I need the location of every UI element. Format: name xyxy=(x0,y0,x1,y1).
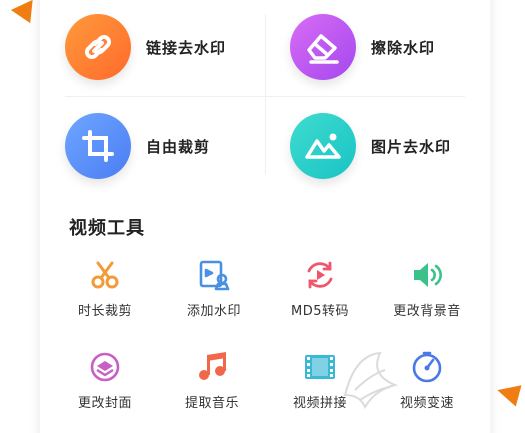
grid-divider-horizontal xyxy=(65,96,465,97)
logo-watermark xyxy=(335,345,405,419)
feature-label: 擦除水印 xyxy=(371,38,436,57)
tool-label: 更改背景音 xyxy=(393,304,461,319)
link-icon xyxy=(65,14,131,80)
tool-label: MD5转码 xyxy=(291,304,349,319)
watermark-icon xyxy=(197,258,231,292)
scissors-icon xyxy=(88,258,122,292)
feature-label: 链接去水印 xyxy=(146,38,227,57)
section-title-video-tools: 视频工具 xyxy=(69,218,145,239)
right-margin xyxy=(485,0,525,433)
feature-label: 图片去水印 xyxy=(371,137,452,156)
tool-change-cover[interactable]: 更改封面 xyxy=(55,350,155,411)
convert-icon xyxy=(303,258,337,292)
feature-label: 自由裁剪 xyxy=(146,137,211,156)
film-icon xyxy=(303,350,337,384)
left-margin xyxy=(0,0,40,433)
feature-link-watermark[interactable]: 链接去水印 xyxy=(65,12,226,82)
feature-free-crop[interactable]: 自由裁剪 xyxy=(65,111,210,181)
image-icon xyxy=(290,113,356,179)
tool-add-watermark[interactable]: 添加水印 xyxy=(164,258,264,319)
tool-extract-music[interactable]: 提取音乐 xyxy=(162,350,262,411)
music-icon xyxy=(195,350,229,384)
tool-label: 提取音乐 xyxy=(184,396,239,411)
tool-md5-convert[interactable]: MD5转码 xyxy=(270,258,370,319)
cover-icon xyxy=(88,350,122,384)
grid-divider-vertical xyxy=(265,14,266,174)
tool-label: 时长裁剪 xyxy=(77,304,132,319)
speed-icon xyxy=(410,350,444,384)
tool-trim-duration[interactable]: 时长裁剪 xyxy=(55,258,155,319)
tool-label: 添加水印 xyxy=(186,304,241,319)
eraser-icon xyxy=(290,14,356,80)
app-screen: 链接去水印 擦除水印 自由裁剪 图片去水印 视频工具 时长裁剪 添加水印 MD5… xyxy=(0,0,525,433)
tool-change-bg-sound[interactable]: 更改背景音 xyxy=(377,258,477,319)
feature-erase-watermark[interactable]: 擦除水印 xyxy=(290,12,435,82)
feature-image-watermark[interactable]: 图片去水印 xyxy=(290,111,451,181)
speaker-icon xyxy=(410,258,444,292)
crop-icon xyxy=(65,113,131,179)
tool-label: 更改封面 xyxy=(77,396,132,411)
